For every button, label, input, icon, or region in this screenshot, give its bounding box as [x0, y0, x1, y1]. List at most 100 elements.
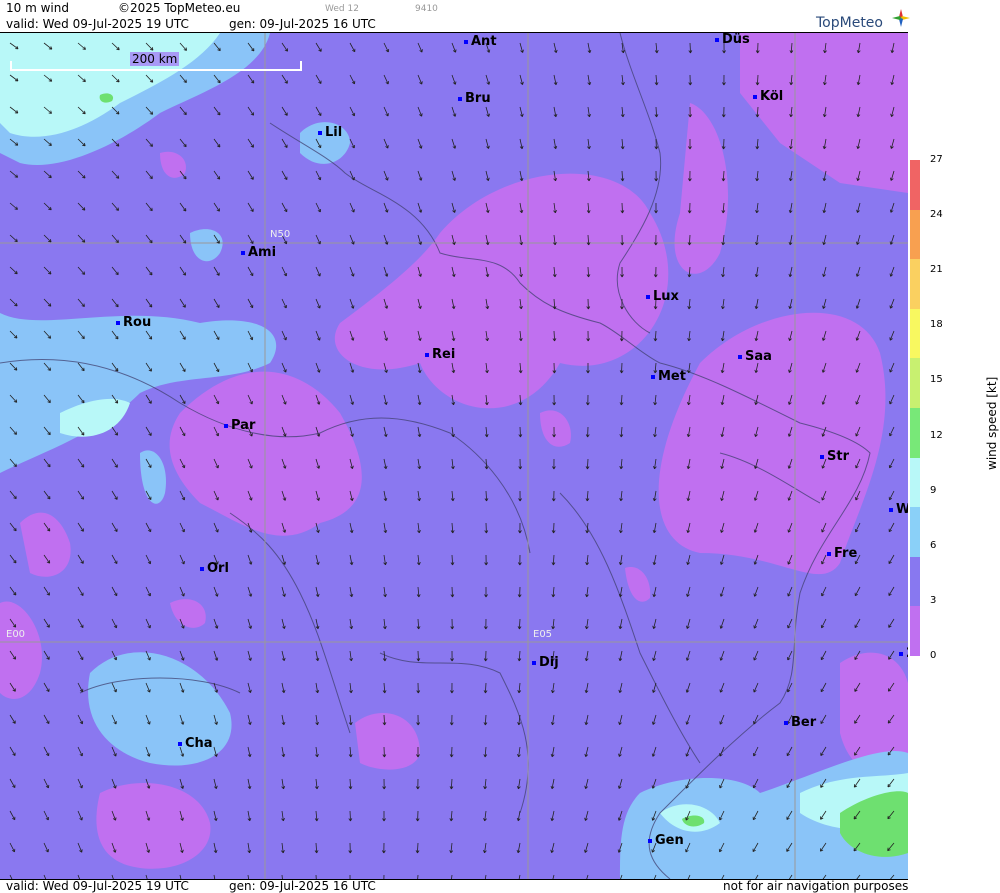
- wind-arrow: [451, 458, 455, 470]
- wind-arrow: [247, 298, 254, 309]
- wind-arrow: [213, 650, 219, 661]
- city-marker[interactable]: Ami: [241, 246, 276, 259]
- wind-arrow: [719, 586, 725, 597]
- city-marker[interactable]: Dij: [532, 656, 559, 669]
- wind-arrow: [719, 618, 725, 629]
- wind-arrow: [485, 170, 490, 181]
- city-marker[interactable]: Köl: [753, 90, 783, 103]
- wind-arrow: [550, 714, 555, 726]
- wind-arrow: [77, 586, 84, 596]
- wind-arrow: [854, 618, 861, 629]
- city-marker[interactable]: Lil: [318, 126, 342, 139]
- wind-arrow: [854, 522, 861, 533]
- wind-arrow: [417, 170, 423, 181]
- wind-arrow: [720, 330, 725, 342]
- wind-arrow: [416, 714, 421, 726]
- wind-arrow: [9, 554, 17, 564]
- wind-arrow: [281, 650, 286, 661]
- wind-arrow: [315, 650, 320, 662]
- wind-arrow: [552, 874, 555, 879]
- wind-arrow: [618, 586, 623, 598]
- legend-tick-label: 3: [930, 594, 937, 606]
- wind-arrow: [179, 650, 185, 661]
- wind-arrow: [483, 650, 488, 662]
- legend-swatch: [910, 606, 920, 656]
- city-marker[interactable]: Düs: [715, 33, 750, 46]
- wind-arrow: [450, 618, 455, 630]
- wind-arrow: [77, 618, 84, 629]
- wind-arrow: [281, 714, 286, 726]
- wind-arrow: [517, 554, 522, 566]
- wind-arrow: [417, 202, 423, 213]
- wind-arrow: [281, 106, 288, 116]
- city-marker[interactable]: Lux: [646, 290, 679, 303]
- wind-arrow: [586, 874, 589, 879]
- city-marker[interactable]: 2: [899, 647, 908, 660]
- wind-arrow: [619, 362, 624, 374]
- wind-arrow: [417, 522, 421, 534]
- wind-arrow: [484, 554, 489, 566]
- wind-arrow: [484, 874, 487, 879]
- city-marker[interactable]: Cha: [178, 737, 213, 750]
- city-marker[interactable]: Gen: [648, 834, 684, 847]
- wind-arrow: [516, 778, 521, 790]
- city-marker[interactable]: Par: [224, 419, 255, 432]
- wind-arrow: [315, 42, 322, 52]
- wind-arrow: [349, 586, 354, 598]
- city-marker[interactable]: Str: [820, 450, 849, 463]
- wind-arrow: [518, 874, 521, 879]
- wind-arrow: [247, 682, 252, 693]
- wind-arrow: [753, 746, 759, 757]
- copyright: ©2025 TopMeteo.eu: [118, 1, 241, 15]
- wind-arrow: [551, 490, 556, 502]
- wind-arrow: [77, 266, 86, 275]
- wind-arrow: [417, 42, 423, 53]
- wind-arrow: [315, 202, 321, 213]
- legend-tick-label: 6: [930, 539, 937, 551]
- wind-arrow: [281, 330, 287, 341]
- wind-arrow: [550, 746, 555, 758]
- wind-arrow: [417, 74, 423, 85]
- wind-arrow: [315, 714, 319, 726]
- wind-arrow: [584, 842, 589, 853]
- legend-swatch: [910, 358, 920, 408]
- wind-arrow: [77, 746, 83, 757]
- wind-arrow: [179, 394, 186, 405]
- city-marker[interactable]: Saa: [738, 350, 772, 363]
- wind-map[interactable]: 200 km N50 E00 E05 Ant Düs Bru Köl Lil A…: [0, 32, 908, 880]
- wind-arrow: [281, 362, 287, 373]
- wind-arrow: [518, 426, 523, 438]
- wind-arrow: [753, 682, 759, 693]
- wind-arrow: [179, 778, 184, 789]
- city-marker[interactable]: Bru: [458, 92, 491, 105]
- city-marker[interactable]: Rei: [425, 348, 455, 361]
- wind-arrow: [213, 778, 218, 789]
- city-marker[interactable]: Ant: [464, 35, 497, 48]
- city-marker[interactable]: W: [889, 503, 908, 516]
- wind-arrow: [450, 586, 455, 598]
- wind-arrow: [587, 138, 591, 150]
- wind-arrow: [517, 650, 522, 662]
- wind-arrow: [315, 266, 321, 277]
- city-marker[interactable]: Rou: [116, 316, 151, 329]
- wind-arrow: [9, 266, 18, 275]
- wind-arrow: [449, 810, 454, 822]
- legend-tick-label: 0: [930, 650, 937, 661]
- wind-arrow: [483, 746, 488, 758]
- wind-arrow: [654, 106, 659, 118]
- wind-arrow: [654, 170, 659, 182]
- wind-arrow: [213, 202, 220, 212]
- wind-arrow: [653, 426, 657, 438]
- wind-arrow: [584, 778, 589, 789]
- city-marker[interactable]: Fre: [827, 547, 857, 560]
- wind-arrow: [855, 298, 861, 309]
- wind-arrow: [381, 842, 386, 854]
- city-marker[interactable]: Ber: [784, 716, 816, 729]
- city-marker[interactable]: Orl: [200, 562, 229, 575]
- wind-arrow: [349, 618, 354, 630]
- wind-arrow: [483, 714, 488, 726]
- wind-arrow: [753, 650, 759, 661]
- city-marker[interactable]: Met: [651, 370, 686, 383]
- wind-arrow: [349, 202, 355, 213]
- wind-arrow: [551, 522, 556, 534]
